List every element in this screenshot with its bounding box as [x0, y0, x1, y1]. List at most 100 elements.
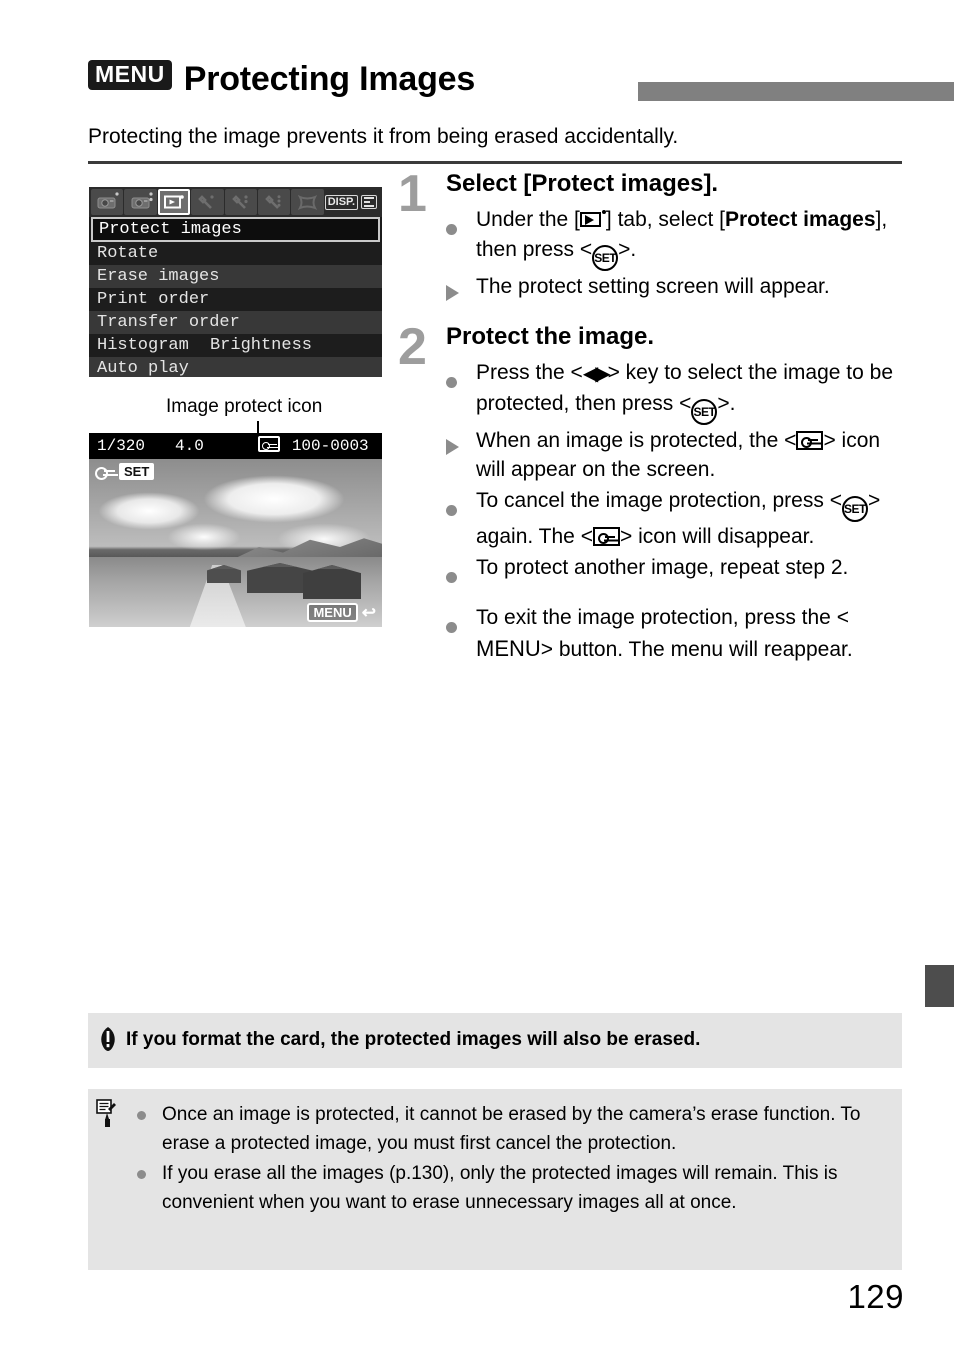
- tab-dot-indicator: [115, 192, 119, 196]
- set-button-badge: SET: [119, 463, 155, 480]
- note-box: Once an image is protected, it cannot be…: [88, 1089, 902, 1270]
- key-icon: [95, 466, 115, 480]
- step-1: 1 Select [Protect images]. Under the [ ] …: [398, 165, 902, 302]
- menu-item-label: Auto play: [97, 359, 189, 377]
- wrench-icon: [198, 194, 214, 209]
- tab-setup-1: [191, 189, 224, 215]
- shutter-speed-value: 1/320: [97, 437, 146, 455]
- bullet-dot-marker: [137, 1111, 146, 1120]
- camera-icon: [131, 197, 150, 208]
- camera-menu-screenshot: DISP. Protect images Rotate Erase images…: [89, 187, 382, 377]
- wrench-icon: [265, 194, 281, 209]
- side-index-tab: [925, 965, 954, 1007]
- note-item: If you erase all the images (p.130), onl…: [135, 1160, 890, 1217]
- disp-list-icon: [361, 195, 378, 209]
- bullet-item: To cancel the image protection, press < S…: [446, 486, 902, 552]
- instruction-steps: 1 Select [Protect images]. Under the [ ] …: [398, 165, 902, 665]
- step-title: Select [Protect images].: [446, 170, 719, 197]
- menu-item-rotate[interactable]: Rotate: [89, 242, 382, 265]
- tab-playback-selected[interactable]: [157, 189, 191, 215]
- tab-shooting-2: [124, 189, 157, 215]
- tab-setup-3: [257, 189, 291, 215]
- image-protect-icon: [257, 435, 280, 457]
- image-protect-icon: [796, 430, 824, 450]
- disp-indicator-group: DISP.: [324, 194, 382, 210]
- bullet-dot-marker: [446, 358, 457, 389]
- caution-box: If you format the card, the protected im…: [88, 1013, 902, 1068]
- header-divider: [88, 161, 902, 164]
- step-number: 2: [398, 318, 427, 377]
- protect-set-hint: SET: [95, 463, 155, 480]
- manual-page: MENU Protecting Images Protecting the ima…: [0, 0, 954, 1345]
- callout-label-image-protect-icon: Image protect icon: [166, 396, 323, 417]
- page-title: Protecting Images: [183, 60, 476, 98]
- set-button-icon: SET: [841, 496, 868, 523]
- page-header: MENU Protecting Images: [88, 60, 954, 112]
- step-number: 1: [398, 165, 427, 223]
- bullet-text-part: >.: [618, 237, 637, 261]
- tab-dot-indicator: [149, 192, 153, 202]
- header-rule-bar: [638, 82, 954, 101]
- note-item-text: If you erase all the images (p.130), onl…: [162, 1163, 838, 1213]
- menu-item-protect-images[interactable]: Protect images: [91, 217, 380, 242]
- playback-tab-icon: [163, 195, 184, 209]
- menu-item-transfer-order[interactable]: Transfer order: [89, 311, 382, 334]
- image-protect-icon: [592, 527, 620, 547]
- return-arrow-icon: ↩: [361, 603, 376, 622]
- bullet-item: To exit the image protection, press the …: [446, 603, 902, 665]
- menu-badge-icon: MENU: [88, 60, 172, 90]
- bullet-text-part: To cancel the image protection, press <: [476, 489, 842, 513]
- bullet-dot-marker: [137, 1170, 146, 1179]
- bullet-triangle-marker: [446, 426, 459, 456]
- note-list: Once an image is protected, it cannot be…: [135, 1101, 890, 1219]
- playback-screen-screenshot: 1/320 4.0 100-0003 SET MENU ↩: [89, 433, 382, 627]
- menu-item-print-order[interactable]: Print order: [89, 288, 382, 311]
- bullet-text-part: >.: [717, 391, 736, 415]
- playback-info-bar: 1/320 4.0 100-0003: [89, 433, 382, 459]
- bullet-triangle-marker: [446, 272, 459, 302]
- bullet-text: The protect setting screen will appear.: [476, 274, 830, 298]
- menu-item-label: Histogram: [97, 336, 189, 355]
- camera-menu-list: Protect images Rotate Erase images Print…: [89, 217, 382, 377]
- intro-text: Protecting the image prevents it from be…: [88, 125, 679, 148]
- step-2: 2 Protect the image. Press the <◀▶> key …: [398, 318, 902, 664]
- menu-item-value: Brightness: [209, 336, 312, 355]
- bullet-text-part: > icon will disappear.: [619, 525, 815, 549]
- camera-menu-tabbar: DISP.: [89, 187, 382, 217]
- bullet-item: When an image is protected, the < > icon …: [446, 426, 902, 486]
- step-bullets: Press the <◀▶> key to select the image t…: [446, 358, 902, 664]
- menu-button-badge: MENU: [307, 603, 358, 622]
- menu-item-erase-images[interactable]: Erase images: [89, 265, 382, 288]
- left-right-key-icon: ◀▶: [582, 363, 611, 386]
- bullet-text-part: Under the [: [476, 207, 580, 231]
- bullet-text-part: When an image is protected, the <: [476, 428, 797, 452]
- bullet-text-part: ] tab, select [: [605, 207, 725, 231]
- menu-button-icon: MENU: [476, 635, 541, 661]
- bullet-dot-marker: [446, 553, 457, 584]
- bullet-text-part: Press the <: [476, 361, 583, 385]
- bullet-text-bold: Protect images: [724, 207, 876, 231]
- camera-icon: [97, 197, 116, 208]
- bullet-dot-marker: [446, 603, 457, 633]
- disp-label: DISP.: [324, 194, 359, 210]
- playback-tab-icon: [579, 209, 606, 229]
- note-item: Once an image is protected, it cannot be…: [135, 1101, 890, 1158]
- menu-item-label: Erase images: [97, 267, 220, 286]
- bullet-item: Press the <◀▶> key to select the image t…: [446, 358, 902, 425]
- menu-item-label: Protect images: [99, 220, 242, 239]
- menu-item-auto-play[interactable]: Auto play: [89, 357, 382, 377]
- menu-item-label: Print order: [97, 290, 210, 309]
- menu-item-histogram[interactable]: Histogram Brightness: [89, 334, 382, 357]
- tab-setup-2: [224, 189, 257, 215]
- menu-return-hint: MENU ↩: [307, 603, 376, 622]
- bullet-item: Under the [ ] tab, select [Protect images…: [446, 205, 902, 271]
- bullet-dot-marker: [446, 486, 457, 517]
- step-bullets: Under the [ ] tab, select [Protect images…: [446, 205, 902, 302]
- bullet-text-part: > button. The menu will reappear.: [540, 637, 853, 661]
- caution-text: If you format the card, the protected im…: [126, 1029, 701, 1050]
- bullet-item: To protect another image, repeat step 2.: [446, 553, 902, 584]
- set-button-icon: SET: [592, 244, 619, 271]
- bullet-item: The protect setting screen will appear.: [446, 272, 902, 302]
- photo-thumbnail: SET MENU ↩: [89, 459, 382, 627]
- step-title: Protect the image.: [446, 323, 655, 351]
